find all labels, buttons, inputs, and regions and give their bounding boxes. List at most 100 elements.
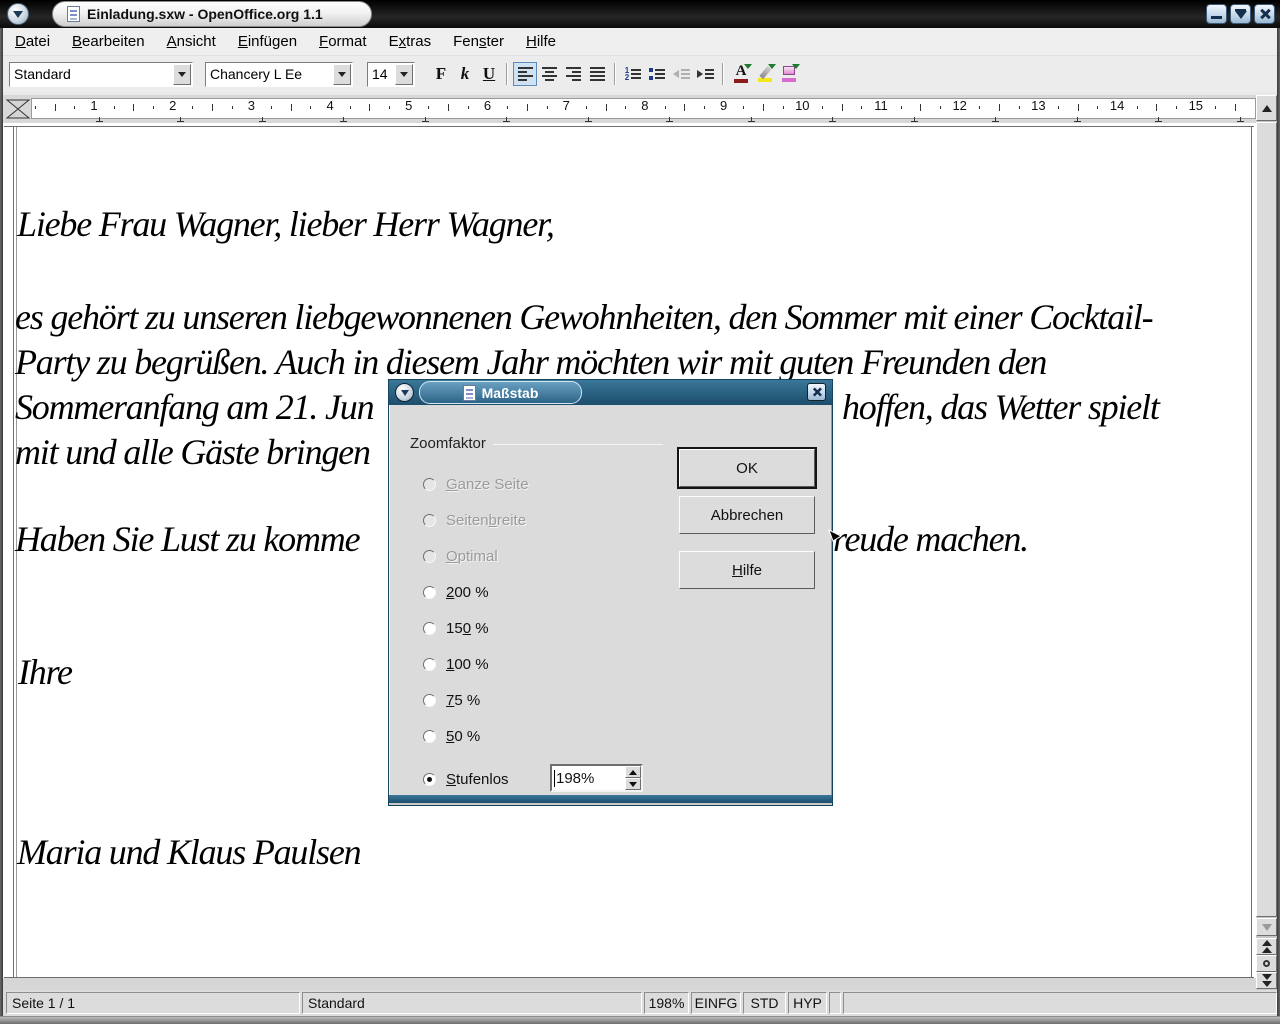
paragraph-style-combo[interactable] <box>9 62 193 87</box>
ruler-tick <box>1097 106 1098 109</box>
justify-icon <box>590 67 605 81</box>
zoom-value-spinner[interactable]: 198% <box>550 764 643 792</box>
ruler-tick <box>920 104 921 111</box>
radio-option-150[interactable]: 150 % <box>423 620 489 636</box>
paragraph-style-input[interactable] <box>10 63 192 86</box>
maximize-button[interactable] <box>1230 4 1251 24</box>
radio-option-75[interactable]: 75 % <box>423 692 480 708</box>
dialog-resize-bar[interactable] <box>389 795 832 803</box>
font-name-input[interactable] <box>206 63 352 86</box>
scroll-up-button[interactable] <box>1256 95 1277 121</box>
help-button[interactable]: Hilfe <box>679 551 815 589</box>
dialog-body: Zoomfaktor Ganze SeiteSeitenbreiteOptima… <box>389 405 832 795</box>
menu-item-hilfe[interactable]: Hilfe <box>526 33 556 50</box>
navigation-button[interactable] <box>1256 955 1277 972</box>
scroll-down-button[interactable] <box>1256 918 1277 936</box>
bold-button[interactable]: F <box>429 62 453 86</box>
size-dropdown-button[interactable] <box>395 64 413 85</box>
radio-option-50[interactable]: 50 % <box>423 728 480 744</box>
bullet-list-icon <box>649 68 665 80</box>
ok-button[interactable]: OK <box>679 449 815 487</box>
radio-button-icon[interactable] <box>423 694 436 707</box>
menu-item-extras[interactable]: Extras <box>389 33 432 50</box>
menu-item-ansicht[interactable]: Ansicht <box>167 33 216 50</box>
ruler-tick <box>743 106 744 109</box>
radio-option-stufenlos[interactable]: Stufenlos <box>423 771 509 787</box>
background-color-button[interactable] <box>777 62 801 86</box>
status-page-style[interactable]: Standard <box>302 992 642 1014</box>
menu-item-datei[interactable]: Datei <box>15 33 50 50</box>
dialog-close-button[interactable] <box>807 383 826 401</box>
spin-down-button[interactable] <box>625 778 641 790</box>
status-insert-mode[interactable]: EINFG <box>691 992 741 1014</box>
justify-button[interactable] <box>585 62 609 86</box>
status-extra[interactable] <box>843 992 1277 1014</box>
ruler-number: 12 <box>949 98 971 113</box>
font-dropdown-button[interactable] <box>333 64 351 85</box>
horizontal-ruler[interactable]: 123456789101112131415 <box>3 95 1256 123</box>
window-menu-button[interactable] <box>7 3 29 25</box>
ruler-number: 1 <box>83 98 105 113</box>
font-size-combo[interactable] <box>367 62 415 87</box>
cancel-button[interactable]: Abbrechen <box>679 496 815 534</box>
decrease-indent-button[interactable] <box>669 62 693 86</box>
italic-button[interactable]: k <box>453 62 477 86</box>
align-center-button[interactable] <box>537 62 561 86</box>
highlighting-button[interactable] <box>753 62 777 86</box>
numbered-list-button[interactable]: 12 <box>621 62 645 86</box>
align-left-button[interactable] <box>513 62 537 86</box>
previous-page-button[interactable] <box>1256 938 1277 955</box>
menu-item-fenster[interactable]: Fenster <box>453 33 504 50</box>
bullet-list-button[interactable] <box>645 62 669 86</box>
close-button[interactable] <box>1254 4 1275 24</box>
menu-item-bearbeiten[interactable]: Bearbeiten <box>72 33 145 50</box>
window-title-tab[interactable]: Einladung.sxw - OpenOffice.org 1.1 <box>52 1 372 27</box>
mouse-cursor <box>827 528 843 544</box>
radio-button-icon[interactable] <box>423 730 436 743</box>
radio-button-icon[interactable] <box>423 622 436 635</box>
radio-option-100[interactable]: 100 % <box>423 656 489 672</box>
arrow-up-icon <box>1262 105 1272 112</box>
tab-stop-marker <box>1155 118 1162 122</box>
vertical-scrollbar[interactable] <box>1256 95 1277 990</box>
radio-option-200[interactable]: 200 % <box>423 584 489 600</box>
radio-option-optimal[interactable]: Optimal <box>423 548 498 564</box>
radio-button-icon[interactable] <box>423 514 436 527</box>
menu-item-format[interactable]: Format <box>319 33 367 50</box>
menu-item-einfgen[interactable]: Einfügen <box>238 33 297 50</box>
tab-stop-marker <box>1237 118 1244 122</box>
underline-button[interactable]: U <box>477 62 501 86</box>
status-page[interactable]: Seite 1 / 1 <box>6 992 300 1014</box>
indent-marker-icon[interactable] <box>5 97 31 121</box>
radio-button-icon[interactable] <box>423 773 436 786</box>
ruler-tick <box>783 106 784 109</box>
minimize-button[interactable] <box>1206 4 1227 24</box>
scrollbar-thumb[interactable] <box>1256 122 1277 917</box>
status-zoom[interactable]: 198% <box>644 992 689 1014</box>
text-line: Liebe Frau Wagner, lieber Herr Wagner, <box>17 203 554 245</box>
radio-button-icon[interactable] <box>423 658 436 671</box>
status-selection-mode[interactable]: STD <box>743 992 786 1014</box>
dialog-menu-button[interactable] <box>395 383 414 402</box>
next-page-button[interactable] <box>1256 972 1277 989</box>
style-dropdown-button[interactable] <box>173 64 191 85</box>
zoom-value-field[interactable]: 198% <box>552 770 625 787</box>
status-modified[interactable] <box>829 992 841 1014</box>
radio-button-icon[interactable] <box>423 586 436 599</box>
text-line: Sommeranfang am 21. Jun <box>15 386 373 428</box>
dialog-icon <box>463 385 476 401</box>
radio-button-icon[interactable] <box>423 478 436 491</box>
font-name-combo[interactable] <box>205 62 353 87</box>
increase-indent-button[interactable] <box>693 62 717 86</box>
radio-button-icon[interactable] <box>423 550 436 563</box>
spin-up-button[interactable] <box>625 766 641 778</box>
ruler-number: 11 <box>870 98 892 113</box>
align-right-button[interactable] <box>561 62 585 86</box>
radio-option-seitenbreite[interactable]: Seitenbreite <box>423 512 526 528</box>
dialog-titlebar[interactable]: Maßstab <box>389 380 832 405</box>
tab-stop-marker <box>911 118 918 122</box>
ruler-tick <box>192 106 193 109</box>
status-hyperlink-mode[interactable]: HYP <box>788 992 827 1014</box>
radio-option-ganzeseite[interactable]: Ganze Seite <box>423 476 529 492</box>
font-color-button[interactable]: A <box>729 62 753 86</box>
